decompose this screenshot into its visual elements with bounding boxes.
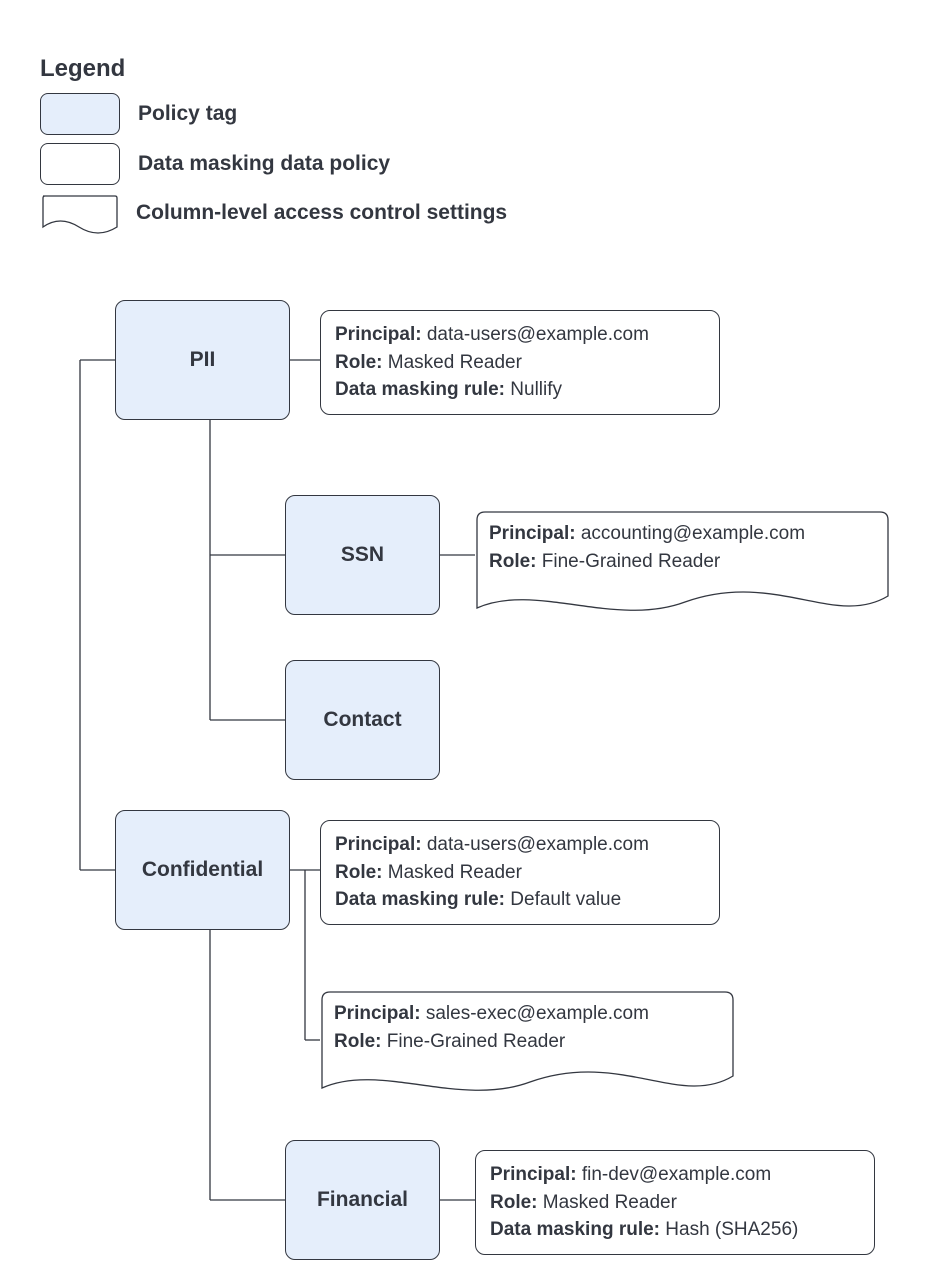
policy-conf-principal: Principal: data-users@example.com xyxy=(335,831,705,859)
policy-financial: Principal: fin-dev@example.com Role: Mas… xyxy=(475,1150,875,1255)
tag-ssn: SSN xyxy=(285,495,440,615)
clacs-confidential: Principal: sales-exec@example.com Role: … xyxy=(320,990,735,1110)
tag-contact: Contact xyxy=(285,660,440,780)
policy-fin-rule: Data masking rule: Hash (SHA256) xyxy=(490,1216,860,1244)
clacs-conf-role: Role: Fine-Grained Reader xyxy=(334,1028,721,1056)
clacs-ssn: Principal: accounting@example.com Role: … xyxy=(475,510,890,630)
policy-fin-role: Role: Masked Reader xyxy=(490,1189,860,1217)
tag-confidential: Confidential xyxy=(115,810,290,930)
policy-pii-principal: Principal: data-users@example.com xyxy=(335,321,705,349)
clacs-ssn-principal: Principal: accounting@example.com xyxy=(489,520,876,548)
policy-pii-rule: Data masking rule: Nullify xyxy=(335,376,705,404)
policy-conf-rule: Data masking rule: Default value xyxy=(335,886,705,914)
tag-ssn-label: SSN xyxy=(341,543,384,567)
policy-pii-role: Role: Masked Reader xyxy=(335,349,705,377)
tag-financial: Financial xyxy=(285,1140,440,1260)
policy-pii: Principal: data-users@example.com Role: … xyxy=(320,310,720,415)
policy-conf-role: Role: Masked Reader xyxy=(335,859,705,887)
tag-pii-label: PII xyxy=(190,348,216,372)
tag-financial-label: Financial xyxy=(317,1188,408,1212)
policy-fin-principal: Principal: fin-dev@example.com xyxy=(490,1161,860,1189)
tag-confidential-label: Confidential xyxy=(142,858,263,882)
diagram-stage: PII Principal: data-users@example.com Ro… xyxy=(0,0,930,1280)
policy-confidential: Principal: data-users@example.com Role: … xyxy=(320,820,720,925)
tag-contact-label: Contact xyxy=(323,708,401,732)
tag-pii: PII xyxy=(115,300,290,420)
clacs-conf-principal: Principal: sales-exec@example.com xyxy=(334,1000,721,1028)
clacs-ssn-role: Role: Fine-Grained Reader xyxy=(489,548,876,576)
